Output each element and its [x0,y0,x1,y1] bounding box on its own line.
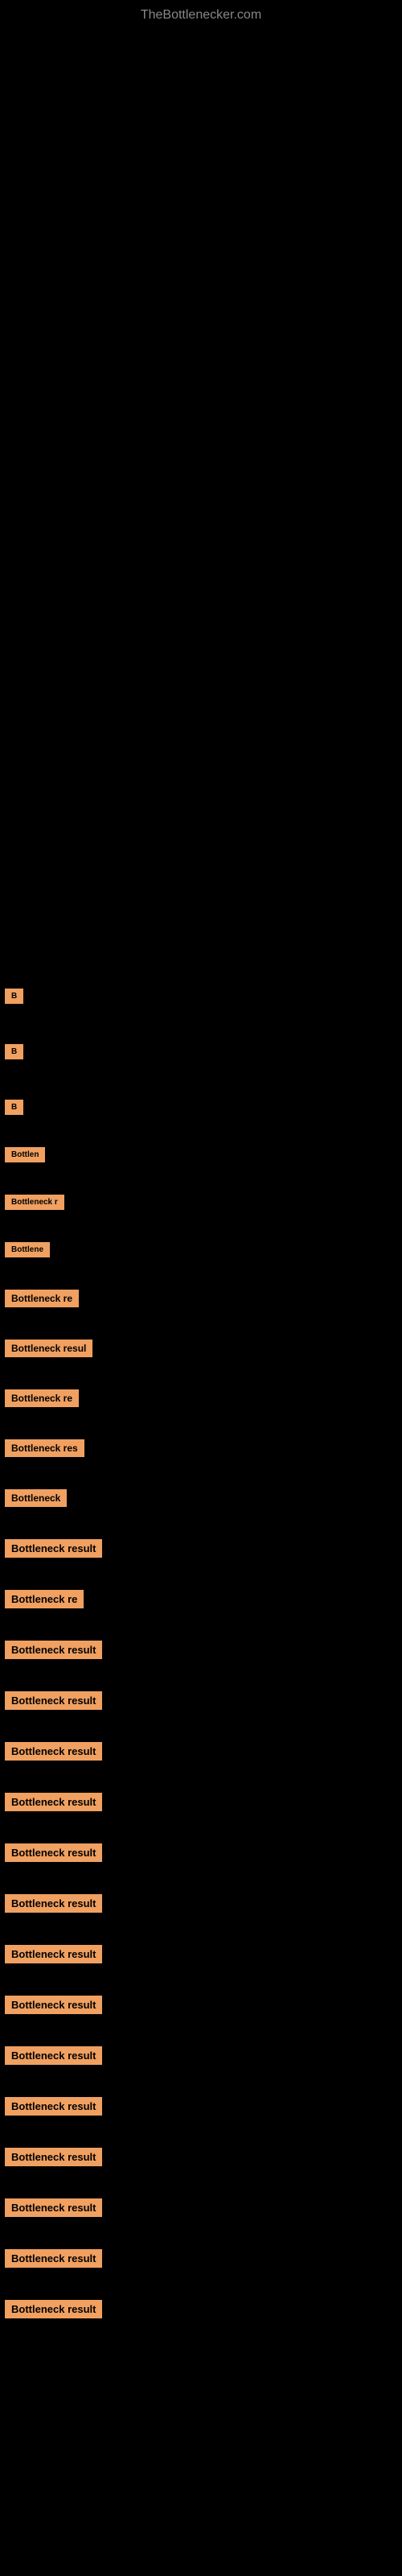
bottleneck-label-17: Bottleneck result [5,1793,102,1811]
bottleneck-label-23: Bottleneck result [5,2097,102,2116]
list-item: Bottleneck resul [2,1331,402,1365]
result-rows-container: B B B Bottlen Bottleneck r Bottlene Bott… [0,980,402,2326]
bottleneck-label-5: Bottleneck r [5,1195,64,1210]
list-item: Bottleneck result [2,1886,402,1921]
bottleneck-label-11: Bottleneck [5,1489,67,1507]
list-item: Bottleneck result [2,2089,402,2124]
list-item: Bottleneck result [2,2292,402,2326]
list-item: B [2,1036,402,1067]
list-item: Bottleneck result [2,2140,402,2174]
bottleneck-label-18: Bottleneck result [5,1843,102,1862]
bottleneck-label-27: Bottleneck result [5,2300,102,2318]
list-item: Bottlen [2,1139,402,1170]
bottleneck-label-21: Bottleneck result [5,1996,102,2014]
site-title: TheBottlenecker.com [0,0,402,31]
bottleneck-label-19: Bottleneck result [5,1894,102,1913]
list-item: Bottleneck re [2,1582,402,1616]
list-item: Bottleneck r [2,1187,402,1218]
list-item: Bottleneck result [2,1785,402,1819]
list-item: Bottleneck result [2,1683,402,1718]
list-item: Bottleneck result [2,2241,402,2276]
bottleneck-label-12: Bottleneck result [5,1539,102,1558]
list-item: B [2,980,402,1012]
list-item: Bottleneck result [2,1531,402,1566]
bottleneck-label-25: Bottleneck result [5,2198,102,2217]
bottleneck-label-22: Bottleneck result [5,2046,102,2065]
list-item: Bottleneck re [2,1282,402,1315]
list-item: Bottleneck result [2,1988,402,2022]
list-item: Bottleneck result [2,1835,402,1870]
bottleneck-label-6: Bottlene [5,1242,50,1257]
list-item: Bottleneck re [2,1381,402,1415]
bottleneck-label-10: Bottleneck res [5,1439,84,1457]
list-item: B [2,1092,402,1123]
bottleneck-label-14: Bottleneck result [5,1641,102,1659]
list-item: Bottleneck result [2,1734,402,1769]
bottleneck-label-8: Bottleneck resul [5,1340,92,1357]
list-item: Bottleneck [2,1481,402,1515]
list-item: Bottleneck result [2,1633,402,1667]
list-item: Bottleneck res [2,1431,402,1465]
bottleneck-label-7: Bottleneck re [5,1290,79,1307]
bottleneck-label-20: Bottleneck result [5,1945,102,1963]
bottleneck-label-26: Bottleneck result [5,2249,102,2268]
bottleneck-label-24: Bottleneck result [5,2148,102,2166]
bottleneck-label-16: Bottleneck result [5,1742,102,1761]
bottleneck-label-3: B [5,1100,23,1115]
bottleneck-label-1: B [5,989,23,1004]
bottleneck-label-15: Bottleneck result [5,1691,102,1710]
list-item: Bottleneck result [2,2038,402,2073]
bottleneck-label-13: Bottleneck re [5,1590,84,1608]
bottleneck-label-4: Bottlen [5,1147,45,1162]
bottleneck-label-9: Bottleneck re [5,1389,79,1407]
content-area [0,31,402,497]
list-item: Bottleneck result [2,1937,402,1971]
bottleneck-label-2: B [5,1044,23,1059]
list-item: Bottleneck result [2,2190,402,2225]
main-container: TheBottlenecker.com B B B Bottlen Bottle… [0,0,402,2326]
list-item: Bottlene [2,1234,402,1265]
